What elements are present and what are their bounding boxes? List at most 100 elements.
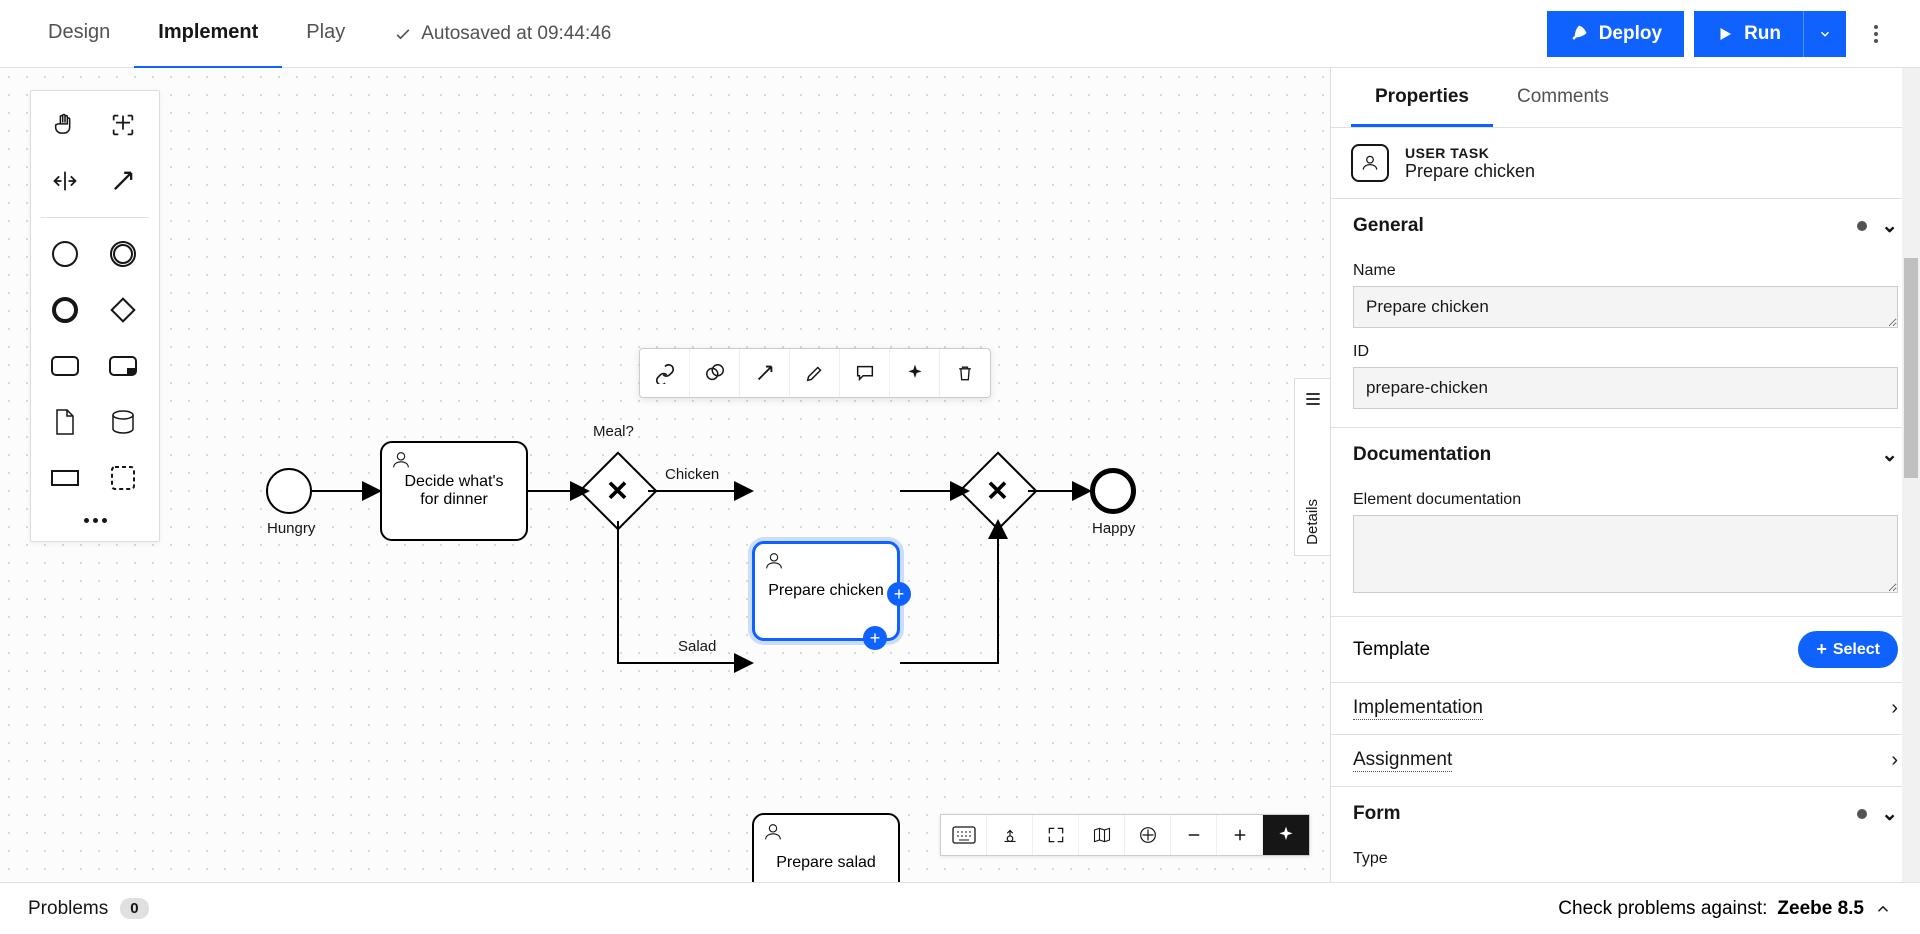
gateway-tool[interactable] (99, 286, 147, 334)
input-id[interactable] (1353, 367, 1898, 409)
feedback[interactable] (987, 815, 1033, 855)
props-header: USER TASK Prepare chicken (1331, 128, 1920, 198)
add-handle-bottom[interactable]: + (863, 626, 887, 650)
task-decide-dinner[interactable]: Decide what's for dinner (380, 441, 528, 541)
space-tool[interactable] (41, 157, 89, 205)
canvas-controls (940, 814, 1310, 856)
context-pad (639, 348, 991, 398)
user-icon (763, 550, 785, 572)
pool-tool[interactable] (41, 454, 89, 502)
group-tool[interactable] (99, 454, 147, 502)
tab-implement[interactable]: Implement (134, 0, 282, 69)
user-task-icon (1351, 144, 1389, 182)
data-store-tool[interactable] (99, 398, 147, 446)
fullscreen[interactable] (1033, 815, 1079, 855)
section-doc-head[interactable]: Documentation ⌄ (1331, 428, 1920, 481)
problems-count: 0 (120, 898, 148, 919)
top-bar: Design Implement Play Autosaved at 09:44… (0, 0, 1920, 68)
canvas[interactable]: Hungry Decide what's for dinner ✕ Meal? … (0, 68, 1330, 882)
run-button[interactable]: Run (1694, 11, 1803, 57)
label-name: Name (1353, 262, 1898, 280)
element-name: Prepare chicken (1405, 161, 1535, 182)
input-element-doc[interactable] (1353, 515, 1898, 593)
section-assignment: Assignment › (1331, 734, 1920, 786)
label-type: Type (1353, 850, 1898, 868)
play-icon (1716, 25, 1734, 43)
problems-toggle[interactable]: Problems 0 (28, 898, 149, 920)
autosave-status: Autosaved at 09:44:46 (393, 23, 611, 45)
template-label: Template (1353, 639, 1430, 661)
deploy-button[interactable]: Deploy (1547, 11, 1684, 57)
bottom-bar: Problems 0 Check problems against: Zeebe… (0, 882, 1920, 934)
reset-view[interactable] (1125, 815, 1171, 855)
rocket-icon (1569, 24, 1589, 44)
tab-properties[interactable]: Properties (1351, 68, 1493, 127)
context-link[interactable] (640, 349, 690, 397)
task-prepare-chicken[interactable]: Prepare chicken + + (752, 541, 900, 641)
keyboard-shortcuts[interactable] (941, 815, 987, 855)
zoom-out[interactable] (1171, 815, 1217, 855)
data-object-tool[interactable] (41, 398, 89, 446)
implementation-row[interactable]: Implementation › (1331, 683, 1920, 734)
intermediate-event-tool[interactable] (99, 230, 147, 278)
context-connect[interactable] (740, 349, 790, 397)
tool-palette (30, 90, 160, 542)
template-select-button[interactable]: +Select (1798, 631, 1898, 668)
flow-salad-label: Salad (678, 638, 716, 655)
section-form: Form ⌄ Type (1331, 786, 1920, 878)
user-icon (762, 821, 784, 843)
element-type: USER TASK (1405, 145, 1535, 161)
label-id: ID (1353, 343, 1898, 361)
section-documentation: Documentation ⌄ Element documentation (1331, 427, 1920, 616)
context-change-type[interactable] (690, 349, 740, 397)
ai-assist[interactable] (1263, 815, 1309, 855)
properties-panel: Properties Comments USER TASK Prepare ch… (1330, 68, 1920, 882)
flow-chicken-label: Chicken (665, 466, 719, 483)
task-tool[interactable] (41, 342, 89, 390)
add-handle-right[interactable]: + (887, 582, 911, 606)
check-against[interactable]: Check problems against: Zeebe 8.5 (1558, 898, 1892, 920)
connect-tool[interactable] (99, 157, 147, 205)
lasso-tool[interactable] (99, 101, 147, 149)
run-button-group: Run (1694, 11, 1846, 57)
section-implementation: Implementation › (1331, 682, 1920, 734)
label-element-doc: Element documentation (1353, 491, 1898, 509)
check-icon (393, 24, 413, 44)
gateway-join[interactable]: ✕ (958, 451, 1037, 530)
hand-tool[interactable] (41, 101, 89, 149)
end-event-tool[interactable] (41, 286, 89, 334)
scrollbar[interactable] (1902, 68, 1920, 882)
input-name[interactable]: Prepare chicken (1353, 286, 1898, 328)
tab-comments[interactable]: Comments (1493, 68, 1633, 127)
run-dropdown[interactable] (1803, 11, 1846, 57)
chevron-up-icon (1874, 900, 1892, 918)
section-general: General ⌄ Name Prepare chicken ID (1331, 198, 1920, 427)
context-annotation[interactable] (840, 349, 890, 397)
context-ai[interactable] (890, 349, 940, 397)
main-tabs: Design Implement Play (24, 0, 369, 69)
palette-more[interactable] (41, 510, 149, 531)
section-template: Template +Select (1331, 616, 1920, 682)
assignment-row[interactable]: Assignment › (1331, 735, 1920, 786)
tab-design[interactable]: Design (24, 0, 134, 69)
start-event-hungry[interactable] (266, 468, 312, 514)
section-form-head[interactable]: Form ⌄ (1331, 787, 1920, 840)
details-tab[interactable]: Details (1294, 378, 1330, 556)
subprocess-tool[interactable] (99, 342, 147, 390)
tab-play[interactable]: Play (282, 0, 369, 69)
context-color[interactable] (790, 349, 840, 397)
minimap[interactable] (1079, 815, 1125, 855)
main-area: Hungry Decide what's for dinner ✕ Meal? … (0, 68, 1920, 882)
section-general-head[interactable]: General ⌄ (1331, 199, 1920, 252)
zoom-in[interactable] (1217, 815, 1263, 855)
context-delete[interactable] (940, 349, 990, 397)
end-event-happy[interactable] (1090, 468, 1136, 514)
topbar-actions: Deploy Run (1547, 11, 1896, 57)
start-event-tool[interactable] (41, 230, 89, 278)
start-label: Hungry (267, 520, 315, 537)
chevron-down-icon (1818, 27, 1832, 41)
task-prepare-salad[interactable]: Prepare salad (752, 813, 900, 882)
gateway-label: Meal? (593, 423, 634, 440)
more-menu[interactable] (1856, 25, 1896, 43)
gateway-meal[interactable]: ✕ (578, 451, 657, 530)
